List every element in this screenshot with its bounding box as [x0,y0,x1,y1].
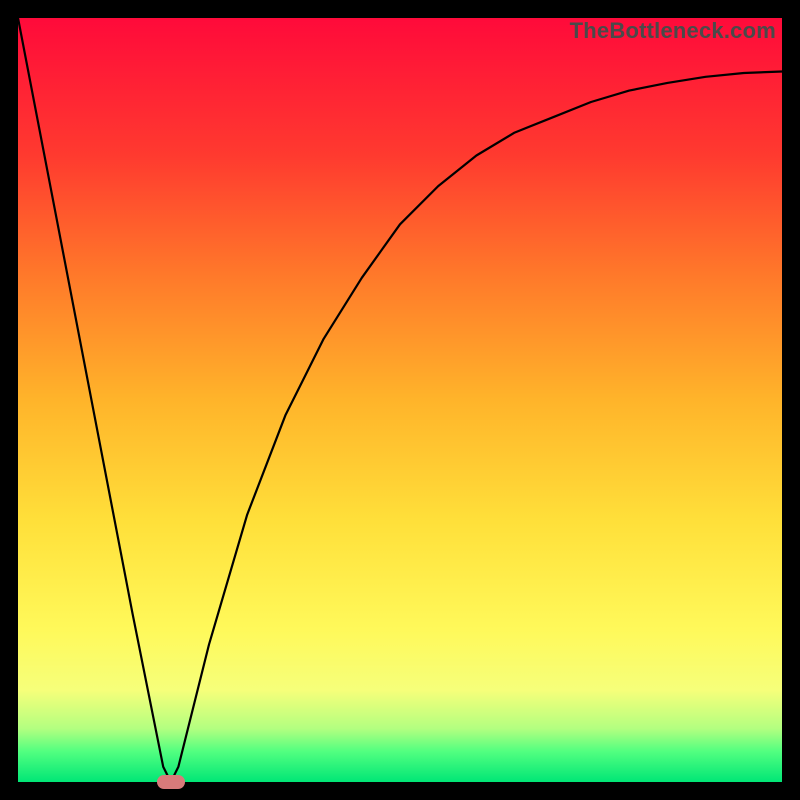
bottleneck-curve [18,18,782,782]
minimum-marker [157,775,185,789]
plot-area: TheBottleneck.com [18,18,782,782]
chart-frame: TheBottleneck.com [0,0,800,800]
